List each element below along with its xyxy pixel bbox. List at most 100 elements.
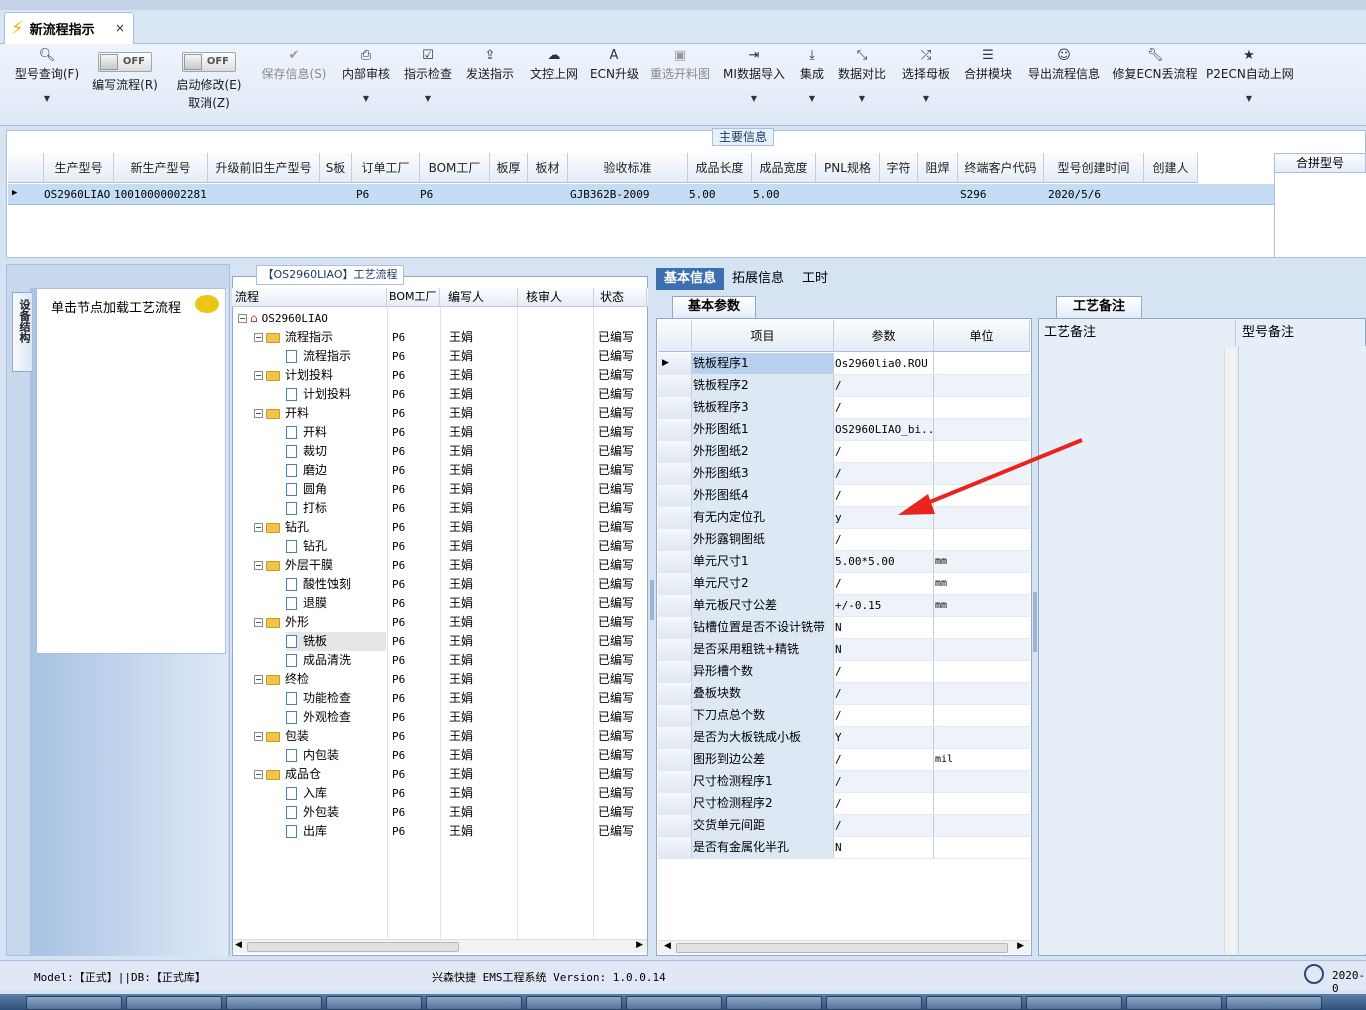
param-row[interactable]: 是否有金属化半孔 N: [658, 837, 1030, 859]
param-row[interactable]: 下刀点总个数 /: [658, 705, 1030, 727]
reselect-drawing-button[interactable]: ▣ 重选开料图: [648, 48, 712, 82]
tree-leaf-node[interactable]: 外包装: [286, 803, 339, 822]
col-header[interactable]: BOM工厂: [420, 153, 490, 183]
splitter-handle[interactable]: [650, 580, 654, 620]
col-header[interactable]: S板: [320, 153, 352, 183]
param-value[interactable]: N: [834, 837, 934, 858]
col-header[interactable]: 成品长度: [688, 153, 752, 183]
splitter-handle[interactable]: [1033, 592, 1037, 652]
tree-leaf-node[interactable]: 铣板: [286, 632, 386, 651]
taskbar-item[interactable]: [326, 996, 422, 1010]
tree-leaf-node[interactable]: 磨边: [286, 461, 327, 480]
param-value[interactable]: y: [834, 507, 934, 528]
data-compare-button[interactable]: ⤡ 数据对比 ▼: [836, 48, 888, 103]
tree-folder-node[interactable]: − 流程指示: [254, 328, 333, 347]
col-header[interactable]: 生产型号: [44, 153, 114, 183]
send-instruction-button[interactable]: ⇪ 发送指示: [464, 48, 516, 82]
tree-leaf-node[interactable]: 裁切: [286, 442, 327, 461]
close-icon[interactable]: ×: [115, 21, 125, 35]
tree-leaf-node[interactable]: 流程指示: [286, 347, 351, 366]
collapse-icon[interactable]: −: [254, 675, 263, 684]
param-value[interactable]: 5.00*5.00: [834, 551, 934, 572]
tree-root[interactable]: − ⌂ OS2960LIAO: [238, 309, 328, 328]
tree-folder-node[interactable]: − 外形: [254, 613, 309, 632]
param-value[interactable]: +/-0.15: [834, 595, 934, 616]
col-header[interactable]: 新生产型号: [114, 153, 208, 183]
collapse-icon[interactable]: −: [254, 523, 263, 532]
col-header[interactable]: 项目: [692, 320, 834, 352]
tree-folder-node[interactable]: − 开料: [254, 404, 309, 423]
taskbar-item[interactable]: [926, 996, 1022, 1010]
param-value[interactable]: Y: [834, 727, 934, 748]
ecn-upgrade-button[interactable]: A ECN升级: [590, 48, 639, 82]
repair-ecn-button[interactable]: 🔧︎ 修复ECN丢流程: [1112, 48, 1198, 82]
collapse-icon[interactable]: −: [254, 732, 263, 741]
col-header[interactable]: 终端客户代码: [958, 153, 1044, 183]
tree-folder-node[interactable]: − 成品仓: [254, 765, 321, 784]
taskbar-item[interactable]: [726, 996, 822, 1010]
tree-folder-node[interactable]: − 终检: [254, 670, 309, 689]
equipment-structure-tab[interactable]: 设备结构: [12, 292, 32, 372]
col-header[interactable]: 型号创建时间: [1044, 153, 1144, 183]
tree-leaf-node[interactable]: 圆角: [286, 480, 327, 499]
taskbar-item[interactable]: [1126, 996, 1222, 1010]
tree-folder-node[interactable]: − 外层干膜: [254, 556, 333, 575]
document-tab[interactable]: ⚡ 新流程指示 ×: [4, 12, 134, 44]
tree-folder-node[interactable]: − 钻孔: [254, 518, 309, 537]
col-header[interactable]: 验收标准: [568, 153, 688, 183]
param-row[interactable]: 交货单元间距 /: [658, 815, 1030, 837]
taskbar-item[interactable]: [526, 996, 622, 1010]
col-header[interactable]: 成品宽度: [752, 153, 816, 183]
taskbar-item[interactable]: [426, 996, 522, 1010]
taskbar-item[interactable]: [226, 996, 322, 1010]
model-notes-field[interactable]: [1238, 346, 1366, 954]
param-value[interactable]: /: [834, 815, 934, 836]
param-row[interactable]: 是否为大板铣成小板 Y: [658, 727, 1030, 749]
col-header[interactable]: 单位: [934, 320, 1030, 352]
param-value[interactable]: /: [834, 397, 934, 418]
col-header[interactable]: 核审人: [518, 288, 594, 306]
combine-module-button[interactable]: ☰ 合拼模块: [962, 48, 1014, 82]
param-value[interactable]: /: [834, 463, 934, 484]
param-row[interactable]: 叠板块数 /: [658, 683, 1030, 705]
table-row[interactable]: ▶ OS2960LIAO 10010000002281 P6 P6 GJB362…: [8, 184, 1274, 205]
param-value[interactable]: /: [834, 441, 934, 462]
notes-vscrollbar[interactable]: [1224, 348, 1236, 954]
tab-process-notes[interactable]: 工艺备注: [1056, 296, 1142, 318]
param-row[interactable]: 钻槽位置是否不设计铣带 N: [658, 617, 1030, 639]
param-value[interactable]: /: [834, 375, 934, 396]
tab-basic-info[interactable]: 基本信息: [656, 268, 725, 290]
col-header[interactable]: 创建人: [1144, 153, 1198, 183]
tree-leaf-node[interactable]: 成品清洗: [286, 651, 351, 670]
tree-leaf-node[interactable]: 功能检查: [286, 689, 351, 708]
save-info-button[interactable]: ✔ 保存信息(S): [258, 48, 330, 82]
param-row[interactable]: 外形图纸1 OS2960LIAO_bi...: [658, 419, 1030, 441]
integrate-button[interactable]: ⤓ 集成 ▼: [796, 48, 828, 103]
param-row[interactable]: 图形到边公差 / mil: [658, 749, 1030, 771]
taskbar-item[interactable]: [1226, 996, 1322, 1010]
model-query-button[interactable]: 🔍︎ 型号查询(F) ▼: [12, 48, 82, 103]
tree-leaf-node[interactable]: 钻孔: [286, 537, 327, 556]
param-row[interactable]: 单元板尺寸公差 +/-0.15 mm: [658, 595, 1030, 617]
taskbar-item[interactable]: [126, 996, 222, 1010]
col-header[interactable]: 编写人: [440, 288, 518, 306]
param-value[interactable]: /: [834, 661, 934, 682]
param-row[interactable]: 铣板程序2/: [658, 375, 1030, 397]
param-row[interactable]: 是否采用粗铣+精铣 N: [658, 639, 1030, 661]
param-value[interactable]: Os2960lia0.ROU: [834, 353, 934, 374]
collapse-icon[interactable]: −: [254, 333, 263, 342]
param-hscrollbar[interactable]: ◀ ▶: [658, 940, 1030, 954]
taskbar-item[interactable]: [26, 996, 122, 1010]
write-flow-toggle[interactable]: OFF 编写流程(R): [88, 52, 162, 93]
internal-review-button[interactable]: ⎙ 内部审核 ▼: [340, 48, 392, 103]
param-value[interactable]: OS2960LIAO_bi...: [834, 419, 934, 440]
tree-leaf-node[interactable]: 内包装: [286, 746, 339, 765]
collapse-icon[interactable]: −: [254, 770, 263, 779]
param-row[interactable]: 尺寸检测程序1/: [658, 771, 1030, 793]
select-mother-board-button[interactable]: ⤮ 选择母板 ▼: [898, 48, 954, 103]
col-header[interactable]: 板材: [528, 153, 568, 183]
tree-leaf-node[interactable]: 打标: [286, 499, 327, 518]
start-modify-toggle[interactable]: OFF 启动修改(E) 取消(Z): [172, 52, 246, 111]
tree-folder-node[interactable]: − 计划投料: [254, 366, 333, 385]
param-value[interactable]: /: [834, 705, 934, 726]
